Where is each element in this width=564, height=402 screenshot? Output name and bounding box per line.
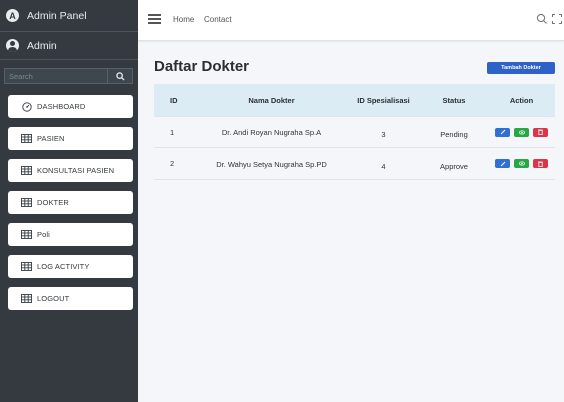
edit-button[interactable] [495,127,510,137]
nav-link-home[interactable]: Home [173,15,194,24]
view-button[interactable] [514,127,529,137]
column-header-name: Nama Dokter [248,95,295,105]
sidebar-item-label: LOG ACTIVITY [37,262,90,271]
table-row: 1 Dr. Andi Royan Nugraha Sp.A 3 Pending [154,116,555,148]
cell-name: Dr. Andi Royan Nugraha Sp.A [221,128,322,137]
brand-link[interactable]: A Admin Panel [0,0,138,32]
table-icon [21,294,32,304]
cell-spesialisasi: 4 [381,161,386,171]
fullscreen-icon[interactable] [552,14,562,24]
sidebar-item-dashboard[interactable]: DASHBOARD [8,95,133,118]
cell-actions [488,127,555,137]
sidebar-item-label: KONSULTASI PASIEN [37,166,115,175]
doctor-table: ID Nama Dokter ID Spesialisasi Status Ac… [154,84,555,180]
sidebar: A Admin Panel Admin DASHBOARD [0,0,138,402]
sidebar-item-logout[interactable]: LOGOUT [8,287,133,310]
pencil-icon [500,129,505,135]
cell-spesialisasi: 3 [381,130,386,139]
sidebar-search [4,68,133,84]
sidebar-item-log-activity[interactable]: LOG ACTIVITY [8,255,133,278]
view-button[interactable] [514,159,529,168]
cell-status: Approve [440,161,468,171]
column-header-status: Status [442,95,466,105]
delete-button[interactable] [533,127,548,137]
search-icon [115,71,125,81]
brand-logo: A [6,9,19,22]
table-row: 2 Dr. Wahyu Setya Nugraha Sp.PD 4 Approv… [154,148,555,180]
brand-title: Admin Panel [27,9,87,22]
column-header-id: ID [170,95,178,105]
user-avatar-icon [6,39,19,52]
cell-id: 2 [170,159,175,168]
table-icon [21,134,32,144]
sidebar-item-poli[interactable]: Poli [8,223,133,246]
table-header: ID Nama Dokter ID Spesialisasi Status Ac… [154,84,555,116]
delete-button[interactable] [533,159,548,168]
sidebar-item-konsultasi-pasien[interactable]: KONSULTASI PASIEN [8,159,133,182]
dashboard-icon [21,101,32,112]
cell-actions [488,159,555,168]
sidebar-item-label: DOKTER [37,198,69,207]
cell-id: 1 [170,127,175,137]
sidebar-item-label: LOGOUT [37,294,70,303]
eye-icon [518,129,525,135]
sidebar-item-label: Poli [37,230,50,239]
table-icon [21,166,32,176]
eye-icon [518,161,525,166]
page-title: Daftar Dokter [154,58,250,75]
table-icon [21,198,32,208]
trash-icon [538,129,543,135]
user-name: Admin [27,39,57,52]
pencil-icon [500,161,505,166]
sidebar-search-input[interactable] [4,68,107,84]
cell-name: Dr. Wahyu Setya Nugraha Sp.PD [216,159,327,169]
menu-icon[interactable] [148,14,161,24]
column-header-spesialisasi: ID Spesialisasi [357,95,410,105]
sidebar-item-dokter[interactable]: DOKTER [8,191,133,214]
top-navbar: Home Contact [138,0,564,41]
sidebar-item-pasien[interactable]: PASIEN [8,127,133,150]
table-icon [21,262,32,272]
search-icon[interactable] [536,13,548,25]
cell-status: Pending [440,130,468,139]
trash-icon [538,161,543,167]
add-doctor-button[interactable]: Tambah Dokter [487,62,555,74]
column-header-action: Action [509,95,534,105]
edit-button[interactable] [495,159,510,168]
sidebar-nav: DASHBOARD PASIEN KONSULTASI PASIEN DOKTE… [8,95,133,319]
sidebar-item-label: PASIEN [37,134,65,143]
sidebar-search-button[interactable] [107,68,133,84]
sidebar-item-label: DASHBOARD [37,102,86,111]
user-panel[interactable]: Admin [0,32,138,60]
nav-link-contact[interactable]: Contact [204,15,232,24]
table-icon [21,230,32,240]
